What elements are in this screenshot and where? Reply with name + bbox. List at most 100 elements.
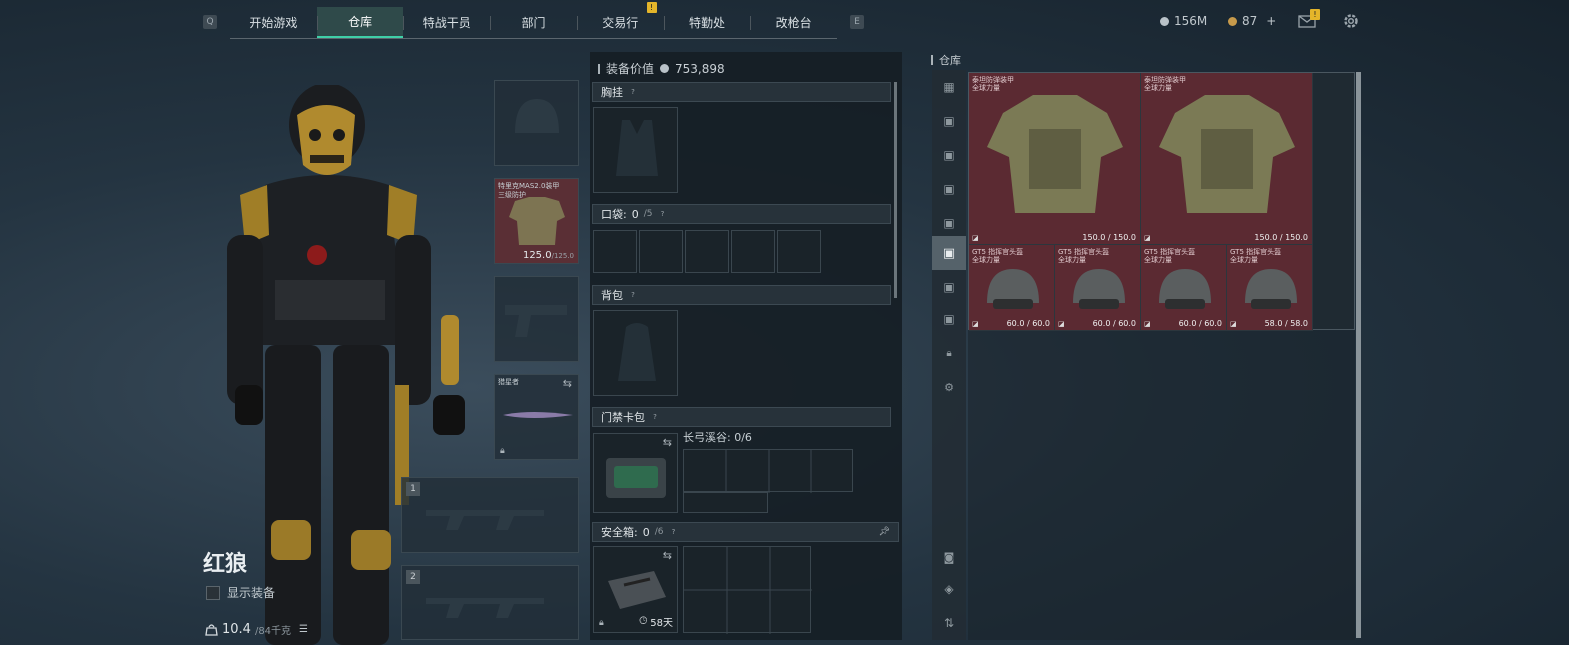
helmet-icon xyxy=(987,269,1039,309)
clock-icon: 🕒︎ xyxy=(639,616,648,627)
safe-box-label: 安全箱: xyxy=(601,526,638,539)
backpack-slot[interactable] xyxy=(593,310,678,396)
help-icon[interactable]: ? xyxy=(668,527,678,537)
silver-amount: 156M xyxy=(1174,14,1208,28)
category-filter-7[interactable]: ▣ xyxy=(932,302,966,336)
item-mark-icon: ◪ xyxy=(972,234,979,242)
prev-tab-key[interactable]: Q xyxy=(203,15,217,29)
warehouse-item[interactable]: GT5 指挥官头盔 全球力量 ◪ 58.0 / 58.0 xyxy=(1227,245,1313,331)
add-currency-button[interactable]: + xyxy=(1266,14,1276,28)
warehouse-category-sidebar: ▦ ▣ ▣ ▣ ▣ ▣ ▣ ▣ 🔒︎ ⚙ ◙ ◈ ⇅ xyxy=(932,70,966,640)
mail-button[interactable]: ! xyxy=(1298,9,1320,28)
warehouse-scrollbar[interactable] xyxy=(1356,72,1361,638)
lock-icon: 🔒︎ xyxy=(946,347,952,359)
sidebar-bottom-2[interactable]: ◈ xyxy=(932,572,966,606)
keycard-grid[interactable] xyxy=(683,449,853,493)
safe-box-max: /6 xyxy=(654,527,664,537)
swap-icon[interactable]: ⇆ xyxy=(663,436,672,449)
pockets-count: 0 xyxy=(631,207,639,221)
warehouse-header: 仓库 xyxy=(931,52,961,68)
primary-weapon-slot-2[interactable]: 2 xyxy=(401,565,579,640)
help-icon[interactable]: ? xyxy=(650,412,660,422)
warehouse-item[interactable]: 泰坦防弹装甲 全球力量 ◪ 150.0 / 150.0 xyxy=(1141,73,1313,245)
category-filter-6[interactable]: ▣ xyxy=(932,270,966,304)
pin-icon[interactable]: 📌︎ xyxy=(879,527,890,537)
item-mark-icon: ◪ xyxy=(1230,320,1237,328)
warehouse-item[interactable]: 泰坦防弹装甲 全球力量 ◪ 150.0 / 150.0 xyxy=(969,73,1141,245)
tab-department[interactable]: 部门 xyxy=(490,7,577,38)
tab-special-service[interactable]: 特勤处 xyxy=(663,7,751,38)
sidearm-slot[interactable] xyxy=(494,276,579,362)
sidebar-bottom-3[interactable]: ⇅ xyxy=(932,606,966,640)
main-tabs: 开始游戏 仓库 特战干员 部门 交易行 ! 特勤处 改枪台 xyxy=(230,2,837,39)
category-filter-3[interactable]: ▣ xyxy=(932,172,966,206)
item-durability: 60.0 / 60.0 xyxy=(1092,319,1136,328)
category-filter-4[interactable]: ▣ xyxy=(932,206,966,240)
safe-box-grid[interactable] xyxy=(683,546,812,634)
next-tab-key[interactable]: E xyxy=(850,15,864,29)
tab-start-game[interactable]: 开始游戏 xyxy=(230,7,317,38)
profile-icon: ◙ xyxy=(943,550,955,564)
category-icon: ▣ xyxy=(943,216,955,230)
category-settings[interactable]: ⚙ xyxy=(932,370,966,404)
show-gear-checkbox[interactable] xyxy=(206,585,220,600)
backpack-label: 背包 xyxy=(601,289,623,302)
category-all[interactable]: ▦ xyxy=(932,70,966,104)
help-icon[interactable]: ? xyxy=(628,87,638,97)
pocket-slot[interactable] xyxy=(593,230,637,273)
tab-gunsmith[interactable]: 改枪台 xyxy=(750,7,837,38)
item-durability: 150.0 / 150.0 xyxy=(1082,233,1136,242)
sidebar-bottom-1[interactable]: ◙ xyxy=(932,540,966,574)
backpack-header: 背包 ? xyxy=(592,285,891,305)
category-armor[interactable]: ▣ xyxy=(932,236,966,270)
warehouse-item[interactable]: GT5 指挥官头盔 全球力量 ◪ 60.0 / 60.0 xyxy=(1055,245,1141,331)
pocket-slot[interactable] xyxy=(685,230,729,273)
top-nav-bar: Q 开始游戏 仓库 特战干员 部门 交易行 ! 特勤处 改枪台 E 156M 8… xyxy=(0,0,1569,42)
header-bar xyxy=(931,55,933,65)
help-icon[interactable]: ? xyxy=(657,209,667,219)
armor-slot[interactable]: 特里克MAS2.0装甲 三级防护 125.0/125.0 xyxy=(494,178,579,264)
operator-figure-image xyxy=(227,83,465,645)
helmet-icon xyxy=(1159,269,1211,309)
help-icon[interactable]: ? xyxy=(628,290,638,300)
item-mark-icon: ◪ xyxy=(972,320,979,328)
safe-box-slot[interactable]: ⇆ 🔒︎ 🕒︎ 58天 xyxy=(593,546,678,633)
chest-rig-label: 胸挂 xyxy=(601,86,623,99)
pocket-slot[interactable] xyxy=(731,230,775,273)
melee-slot[interactable]: 猎星者 ⇆ 🔒︎ xyxy=(494,374,579,460)
weight-list-icon[interactable]: ☰ xyxy=(299,624,308,635)
keycard-case-slot[interactable]: ⇆ xyxy=(593,433,678,513)
category-locked[interactable]: 🔒︎ xyxy=(932,336,966,370)
helmet-slot[interactable] xyxy=(494,80,579,166)
swap-icon[interactable]: ⇆ xyxy=(663,549,672,562)
swap-icon[interactable]: ⇆ xyxy=(563,377,572,390)
primary-weapon-slot-1[interactable]: 1 xyxy=(401,477,579,553)
silver-coin-icon xyxy=(1160,16,1169,26)
tab-operators[interactable]: 特战干员 xyxy=(403,7,490,38)
chest-rig-slot[interactable] xyxy=(593,107,678,193)
chest-rig-header: 胸挂 ? xyxy=(592,82,891,102)
header-bar xyxy=(598,63,600,74)
warehouse-item[interactable]: GT5 指挥官头盔 全球力量 ◪ 60.0 / 60.0 xyxy=(969,245,1055,331)
operator-name: 红狼 xyxy=(203,552,248,577)
pocket-slot[interactable] xyxy=(639,230,683,273)
pocket-slot[interactable] xyxy=(777,230,821,273)
tab-trading[interactable]: 交易行 ! xyxy=(576,2,664,38)
armor-vest-icon xyxy=(1159,95,1295,213)
safe-box-icon xyxy=(608,571,666,609)
lock-icon: 🔒︎ xyxy=(500,446,505,456)
keycard-label: 门禁卡包 xyxy=(601,411,645,424)
melee-slot-label: 猎星者 xyxy=(498,378,519,386)
warehouse-item[interactable]: GT5 指挥官头盔 全球力量 ◪ 60.0 / 60.0 xyxy=(1141,245,1227,331)
tab-warehouse[interactable]: 仓库 xyxy=(316,7,404,38)
item-mark-icon: ◪ xyxy=(1058,320,1065,328)
category-filter-1[interactable]: ▣ xyxy=(932,104,966,138)
chest-rig-placeholder-icon xyxy=(616,120,658,176)
layers-icon: ◈ xyxy=(944,582,954,596)
category-filter-2[interactable]: ▣ xyxy=(932,138,966,172)
slot-number: 1 xyxy=(406,482,420,496)
keycard-grid-extra[interactable] xyxy=(683,492,768,513)
show-gear-toggle[interactable]: 显示装备 xyxy=(206,584,275,601)
settings-button[interactable] xyxy=(1342,12,1360,34)
equipment-scrollbar[interactable] xyxy=(894,82,897,298)
